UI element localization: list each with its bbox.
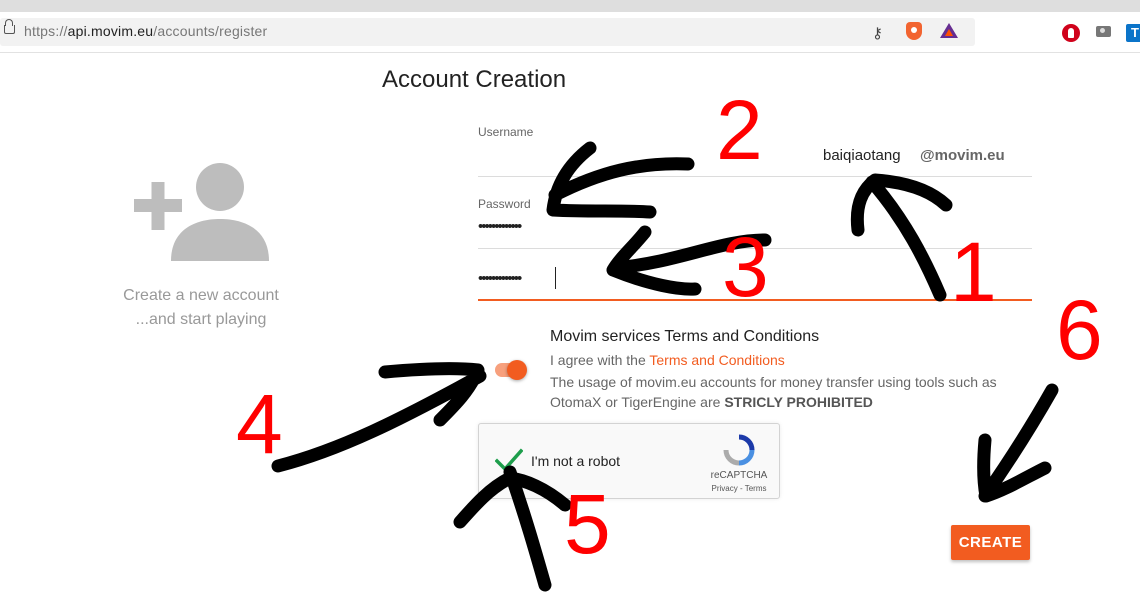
arrow-4 bbox=[271, 362, 487, 473]
url-text[interactable]: https://api.movim.eu/accounts/register bbox=[24, 23, 267, 39]
page-title: Account Creation bbox=[382, 66, 567, 93]
terms-toggle[interactable] bbox=[493, 360, 529, 380]
annotation-2: 2 bbox=[716, 83, 763, 177]
recaptcha-links[interactable]: Privacy - Terms bbox=[707, 484, 771, 493]
brave-rewards-icon[interactable] bbox=[940, 23, 958, 38]
terms-agree-prefix: I agree with the bbox=[550, 352, 650, 368]
domain-suffix: @movim.eu bbox=[920, 147, 1005, 164]
username-label: Username bbox=[478, 125, 534, 139]
camera-extension-icon[interactable] bbox=[1096, 26, 1111, 37]
text-caret bbox=[555, 267, 556, 289]
annotation-1: 1 bbox=[950, 225, 997, 319]
password-confirm-input[interactable]: ••••••••••••• bbox=[478, 270, 522, 287]
arrow-1 bbox=[850, 173, 953, 302]
create-button[interactable]: CREATE bbox=[951, 525, 1030, 560]
password-input[interactable]: ••••••••••••• bbox=[478, 218, 522, 235]
url-host: api.movim.eu bbox=[67, 23, 154, 39]
translate-extension-icon[interactable]: T bbox=[1126, 24, 1140, 42]
annotation-4: 4 bbox=[236, 377, 283, 471]
browser-tab-strip bbox=[0, 0, 1140, 12]
annotation-5: 5 bbox=[564, 477, 611, 571]
address-bar[interactable]: https://api.movim.eu/accounts/register ⚷ bbox=[0, 18, 975, 46]
checkmark-icon[interactable] bbox=[495, 446, 523, 474]
toggle-knob bbox=[507, 360, 527, 380]
recaptcha-widget: I'm not a robot reCAPTCHA Privacy - Term… bbox=[478, 423, 780, 499]
terms-title: Movim services Terms and Conditions bbox=[550, 328, 820, 345]
password-label: Password bbox=[478, 197, 531, 211]
lock-icon bbox=[4, 19, 15, 34]
annotation-6: 6 bbox=[1056, 283, 1103, 377]
promo-text: Create a new account bbox=[123, 287, 279, 304]
username-input[interactable]: baiqiaotang bbox=[823, 147, 901, 164]
adblock-extension-icon[interactable] bbox=[1062, 24, 1080, 42]
recaptcha-label[interactable]: I'm not a robot bbox=[531, 453, 620, 469]
terms-agree-text: I agree with the Terms and Conditions bbox=[550, 352, 785, 368]
promo-subtext: ...and start playing bbox=[135, 311, 267, 328]
url-path: /accounts/register bbox=[153, 23, 268, 39]
recaptcha-logo-icon bbox=[723, 434, 755, 466]
brave-shields-icon[interactable] bbox=[906, 22, 922, 40]
terms-link[interactable]: Terms and Conditions bbox=[649, 352, 784, 368]
arrow-2 bbox=[546, 141, 695, 219]
key-icon[interactable]: ⚷ bbox=[872, 24, 883, 42]
add-user-icon bbox=[134, 163, 269, 261]
annotation-3: 3 bbox=[722, 220, 769, 314]
browser-toolbar: https://api.movim.eu/accounts/register ⚷… bbox=[0, 12, 1140, 53]
recaptcha-brand: reCAPTCHA bbox=[710, 470, 768, 481]
terms-warning: The usage of movim.eu accounts for money… bbox=[550, 372, 1020, 412]
url-scheme: https:// bbox=[24, 23, 68, 39]
terms-warning-bold: STRICLY PROHIBITED bbox=[724, 394, 873, 410]
